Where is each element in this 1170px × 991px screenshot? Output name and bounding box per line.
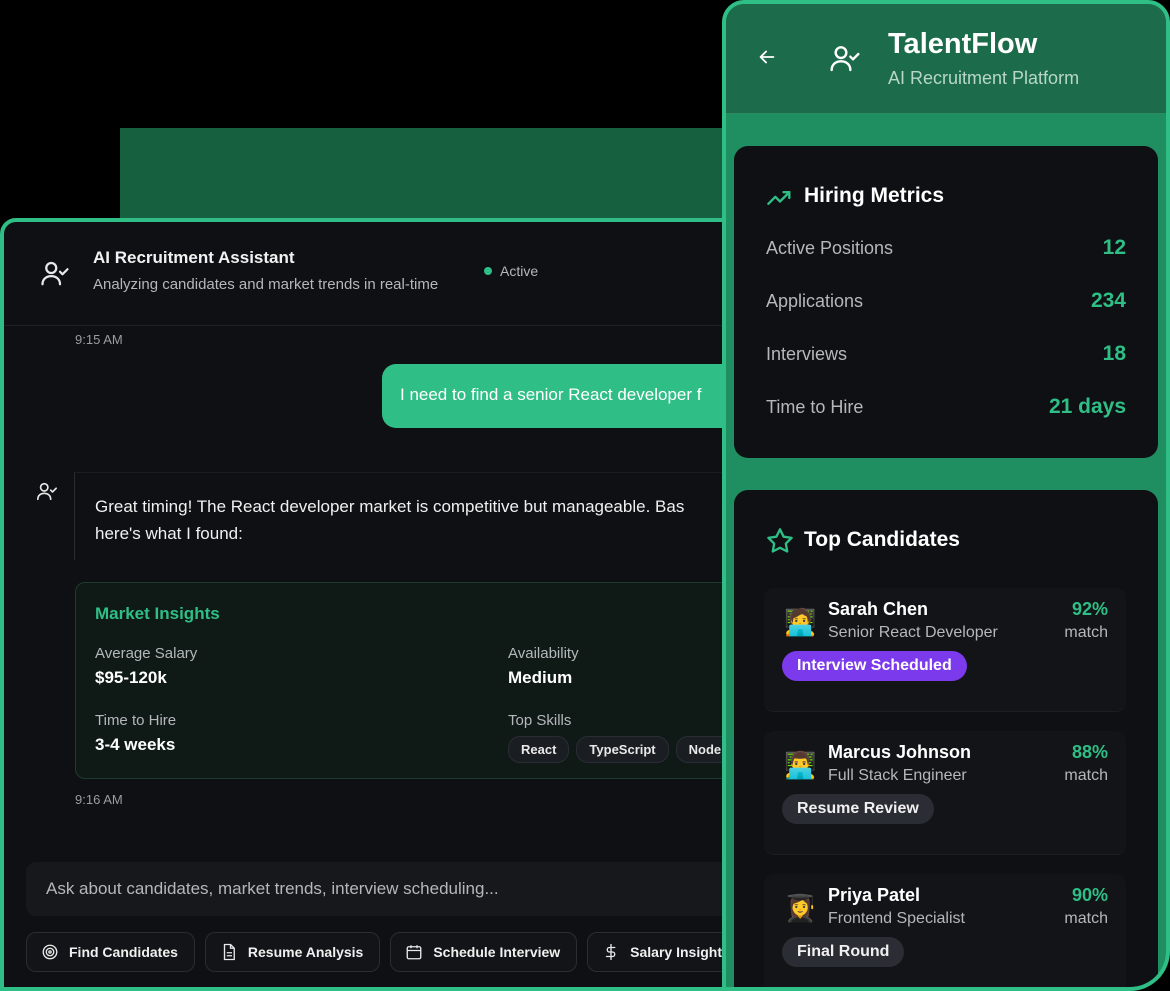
top-candidates-card: Top Candidates 🧑‍💻 Sarah Chen Senior Rea… <box>734 490 1158 987</box>
brand-title: TalentFlow <box>888 28 1038 60</box>
metric-value: 12 <box>1102 236 1126 259</box>
assistant-message-line: Great timing! The React developer market… <box>95 497 685 516</box>
metric-label: Applications <box>766 290 864 311</box>
user-message-bubble: I need to find a senior React developer … <box>382 364 756 428</box>
candidate-role: Senior React Developer <box>828 624 998 641</box>
assistant-message-line: here's what I found: <box>95 524 243 543</box>
chat-window: AI Recruitment Assistant Analyzing candi… <box>0 218 760 991</box>
top-skills-label: Top Skills <box>508 712 572 729</box>
trending-up-icon <box>767 191 791 205</box>
metric-row: Applications 234 <box>766 289 1126 313</box>
status-dot <box>484 267 492 275</box>
candidate-avatar: 🧑‍💻 <box>784 607 817 637</box>
find-candidates-button[interactable]: Find Candidates <box>26 932 195 972</box>
chat-subtitle: Analyzing candidates and market trends i… <box>93 276 439 293</box>
user-check-icon <box>41 261 69 286</box>
market-insights-card: Market Insights Average Salary $95-120k … <box>75 582 756 779</box>
metric-row: Interviews 18 <box>766 342 1126 366</box>
hiring-metrics-card: Hiring Metrics Active Positions 12 Appli… <box>734 146 1158 458</box>
document-icon <box>223 943 235 961</box>
skills-list: React TypeScript Node <box>508 736 735 763</box>
candidate-match-percent: 88% <box>1071 742 1108 762</box>
candidate-avatar: 👨‍💻 <box>784 750 817 780</box>
schedule-interview-button[interactable]: Schedule Interview <box>390 932 578 972</box>
candidate-match-percent: 92% <box>1071 599 1108 619</box>
back-arrow-icon[interactable] <box>756 46 778 68</box>
candidate-name: Sarah Chen <box>828 599 929 619</box>
candidate-card[interactable]: 👩‍🎓 Priya Patel Frontend Specialist 90% … <box>764 874 1126 987</box>
avg-salary-value: $95-120k <box>95 668 167 687</box>
candidate-name: Priya Patel <box>828 885 921 905</box>
metrics-title: Hiring Metrics <box>804 184 945 207</box>
time-to-hire-value: 3-4 weeks <box>95 735 176 754</box>
metric-value: 21 days <box>1048 395 1126 418</box>
message-timestamp: 9:15 AM <box>75 332 123 347</box>
candidate-card[interactable]: 👨‍💻 Marcus Johnson Full Stack Engineer 8… <box>764 731 1126 855</box>
metric-row: Time to Hire 21 days <box>766 395 1126 419</box>
skill-tag: TypeScript <box>576 736 669 763</box>
candidate-match-label: match <box>1064 767 1108 784</box>
avg-salary-label: Average Salary <box>95 645 198 662</box>
candidate-role: Frontend Specialist <box>828 910 965 927</box>
status-label: Active <box>500 263 539 279</box>
candidate-match-label: match <box>1064 910 1108 927</box>
dollar-icon <box>605 943 616 961</box>
find-candidates-label: Find Candidates <box>69 944 178 960</box>
time-to-hire-label: Time to Hire <box>95 712 177 729</box>
chat-header: AI Recruitment Assistant Analyzing candi… <box>4 222 756 326</box>
star-icon <box>767 528 793 553</box>
quick-actions: Find Candidates Resume Analysis Schedule… <box>26 932 747 972</box>
calendar-icon <box>406 945 422 960</box>
status-indicator: Active <box>484 263 538 279</box>
candidates-title: Top Candidates <box>804 528 960 551</box>
resume-analysis-label: Resume Analysis <box>247 944 364 960</box>
message-timestamp: 9:16 AM <box>75 792 123 807</box>
background-accent-block <box>120 128 740 228</box>
metric-value: 234 <box>1090 289 1126 312</box>
availability-label: Availability <box>508 645 579 662</box>
availability-value: Medium <box>508 668 573 687</box>
talentflow-panel: TalentFlow AI Recruitment Platform Hirin… <box>722 0 1170 991</box>
status-badge: Interview Scheduled <box>782 651 967 681</box>
resume-analysis-button[interactable]: Resume Analysis <box>204 932 381 972</box>
metric-row: Active Positions 12 <box>766 236 1126 260</box>
assistant-message: Great timing! The React developer market… <box>74 472 756 560</box>
candidate-avatar: 👩‍🎓 <box>784 893 817 923</box>
metric-label: Active Positions <box>766 237 894 258</box>
candidate-name: Marcus Johnson <box>828 742 972 762</box>
chat-input[interactable]: Ask about candidates, market trends, int… <box>26 862 756 916</box>
salary-insights-label: Salary Insights <box>630 944 730 960</box>
brand-subtitle: AI Recruitment Platform <box>888 68 1080 88</box>
chat-title: AI Recruitment Assistant <box>93 248 295 267</box>
assistant-avatar-icon <box>37 482 57 501</box>
candidate-match-label: match <box>1064 624 1108 641</box>
candidate-match-percent: 90% <box>1071 885 1108 905</box>
status-badge: Final Round <box>782 937 905 967</box>
metric-value: 18 <box>1102 342 1126 365</box>
target-icon <box>42 944 58 960</box>
candidate-role: Full Stack Engineer <box>828 767 967 784</box>
insights-title: Market Insights <box>95 604 220 623</box>
user-check-icon <box>830 46 860 72</box>
metric-label: Interviews <box>766 343 848 364</box>
skill-tag: React <box>508 736 570 763</box>
status-badge: Resume Review <box>782 794 934 824</box>
candidate-card[interactable]: 🧑‍💻 Sarah Chen Senior React Developer 92… <box>764 588 1126 712</box>
panel-header: TalentFlow AI Recruitment Platform <box>726 4 1166 114</box>
metric-label: Time to Hire <box>766 396 864 417</box>
schedule-interview-label: Schedule Interview <box>433 944 561 960</box>
